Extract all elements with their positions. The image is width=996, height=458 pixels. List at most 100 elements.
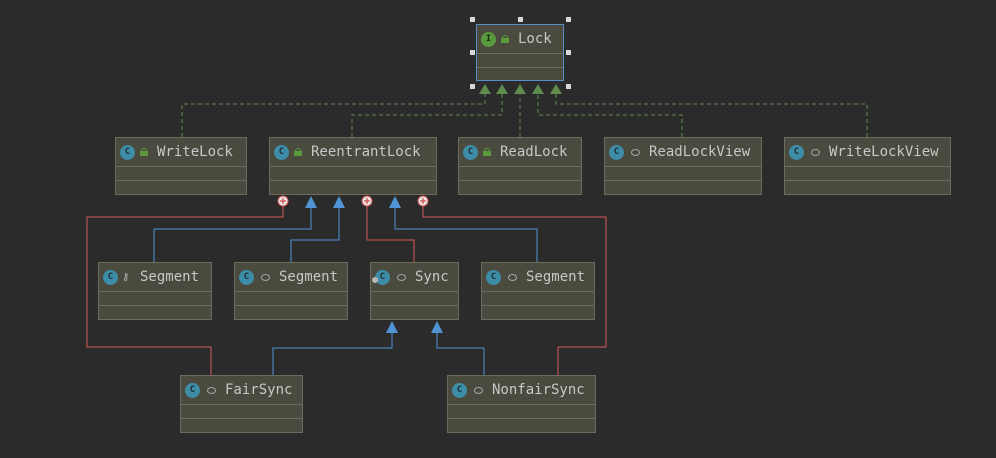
arrow-extends-4	[386, 321, 398, 333]
node-reentrantlock-label: ReentrantLock	[311, 144, 421, 160]
node-segment-private-fields	[99, 292, 211, 306]
node-sync-fields	[371, 292, 458, 306]
node-writelock[interactable]: C WriteLock	[115, 137, 247, 195]
interface-icon: I	[481, 31, 496, 47]
node-segment-package-2-fields	[482, 292, 594, 306]
node-lock-label: Lock	[518, 31, 552, 47]
node-writelockview-header: C WriteLockView	[785, 138, 950, 167]
arrow-implements-1	[479, 84, 491, 94]
node-writelock-fields	[116, 167, 246, 181]
selection-handle[interactable]	[470, 50, 475, 55]
arrow-extends-1	[305, 196, 317, 208]
node-fairsync-label: FairSync	[225, 382, 293, 398]
edge-sync-inner-reentrantlock	[366, 206, 415, 262]
node-readlock-fields	[459, 167, 581, 181]
node-nonfairsync[interactable]: C NonfairSync	[447, 375, 596, 433]
node-segment-private-label: Segment	[140, 269, 200, 285]
unlock-icon	[294, 148, 303, 156]
class-icon: C	[120, 144, 135, 160]
circle-icon	[474, 386, 483, 394]
inner-marker-1	[277, 195, 289, 207]
node-writelockview-label: WriteLockView	[829, 144, 939, 160]
class-icon: C	[789, 144, 804, 160]
circle-icon	[631, 148, 640, 156]
node-fairsync-header: C FairSync	[181, 376, 302, 405]
class-icon: C	[185, 382, 200, 398]
arrow-extends-3	[389, 196, 401, 208]
node-readlock[interactable]: C ReadLock	[458, 137, 582, 195]
node-writelockview-fields	[785, 167, 950, 181]
node-sync-label: Sync	[415, 269, 449, 285]
class-icon: C	[239, 269, 254, 285]
node-readlockview-header: C ReadLockView	[605, 138, 761, 167]
node-nonfairsync-fields	[448, 405, 595, 419]
node-segment-package-2-header: C Segment	[482, 263, 594, 292]
class-icon: C	[274, 144, 289, 160]
unlock-icon	[140, 148, 149, 156]
edge-writelock-implements-lock	[181, 92, 486, 137]
arrow-implements-5	[550, 84, 562, 94]
node-nonfairsync-label: NonfairSync	[492, 382, 585, 398]
node-readlockview[interactable]: C ReadLockView	[604, 137, 762, 195]
node-segment-private[interactable]: C ⚷ Segment	[98, 262, 212, 320]
arrow-implements-3	[514, 84, 526, 94]
node-sync[interactable]: C Sync	[370, 262, 459, 320]
arrow-implements-2	[496, 84, 508, 94]
edge-nonfairsync-extends-sync	[436, 331, 485, 375]
node-fairsync[interactable]: C FairSync	[180, 375, 303, 433]
unlock-icon	[483, 148, 492, 156]
edge-reentrantlock-implements-lock	[351, 92, 503, 137]
selection-handle[interactable]	[566, 50, 571, 55]
node-segment-package-1-fields	[235, 292, 347, 306]
arrow-extends-2	[333, 196, 345, 208]
class-icon: C	[463, 144, 478, 160]
circle-icon	[811, 148, 820, 156]
class-icon: C	[486, 269, 501, 285]
node-reentrantlock[interactable]: C ReentrantLock	[269, 137, 437, 195]
node-readlock-label: ReadLock	[500, 144, 568, 160]
selection-handle[interactable]	[566, 84, 571, 89]
node-lock[interactable]: I Lock	[476, 24, 564, 81]
selection-handle[interactable]	[470, 84, 475, 89]
key-icon: ⚷	[122, 271, 130, 283]
node-reentrantlock-header: C ReentrantLock	[270, 138, 436, 167]
circle-icon	[261, 273, 270, 281]
circle-icon	[207, 386, 216, 394]
node-fairsync-fields	[181, 405, 302, 419]
edge-segment1-extends-reentrantlock	[153, 206, 312, 262]
inner-marker-3	[417, 195, 429, 207]
node-nonfairsync-header: C NonfairSync	[448, 376, 595, 405]
node-segment-package-2[interactable]: C Segment	[481, 262, 595, 320]
abstract-class-icon: C	[372, 269, 390, 285]
edge-segment3-extends-reentrantlock	[394, 206, 538, 262]
class-icon: C	[609, 144, 624, 160]
unlock-icon	[501, 35, 510, 43]
node-segment-package-1[interactable]: C Segment	[234, 262, 348, 320]
inner-marker-2	[361, 195, 373, 207]
edge-fairsync-extends-sync	[272, 331, 393, 375]
node-readlockview-label: ReadLockView	[649, 144, 751, 160]
node-readlockview-fields	[605, 167, 761, 181]
circle-icon	[397, 273, 406, 281]
node-segment-package-1-label: Segment	[279, 269, 339, 285]
node-reentrantlock-fields	[270, 167, 436, 181]
arrow-implements-4	[532, 84, 544, 94]
selection-handle[interactable]	[518, 17, 523, 22]
node-segment-private-header: C ⚷ Segment	[99, 263, 211, 292]
node-writelockview[interactable]: C WriteLockView	[784, 137, 951, 195]
node-lock-header: I Lock	[477, 25, 563, 54]
node-segment-package-1-header: C Segment	[235, 263, 347, 292]
circle-icon	[508, 273, 517, 281]
selection-handle[interactable]	[566, 17, 571, 22]
selection-handle[interactable]	[470, 17, 475, 22]
node-segment-package-2-label: Segment	[526, 269, 586, 285]
class-icon: C	[452, 382, 467, 398]
arrow-extends-5	[431, 321, 443, 333]
edge-readlockview-implements-lock	[537, 92, 683, 137]
node-sync-header: C Sync	[371, 263, 458, 292]
node-writelock-header: C WriteLock	[116, 138, 246, 167]
edge-segment2-extends-reentrantlock	[290, 206, 340, 262]
node-writelock-label: WriteLock	[157, 144, 233, 160]
node-readlock-header: C ReadLock	[459, 138, 581, 167]
node-lock-fields	[477, 54, 563, 68]
